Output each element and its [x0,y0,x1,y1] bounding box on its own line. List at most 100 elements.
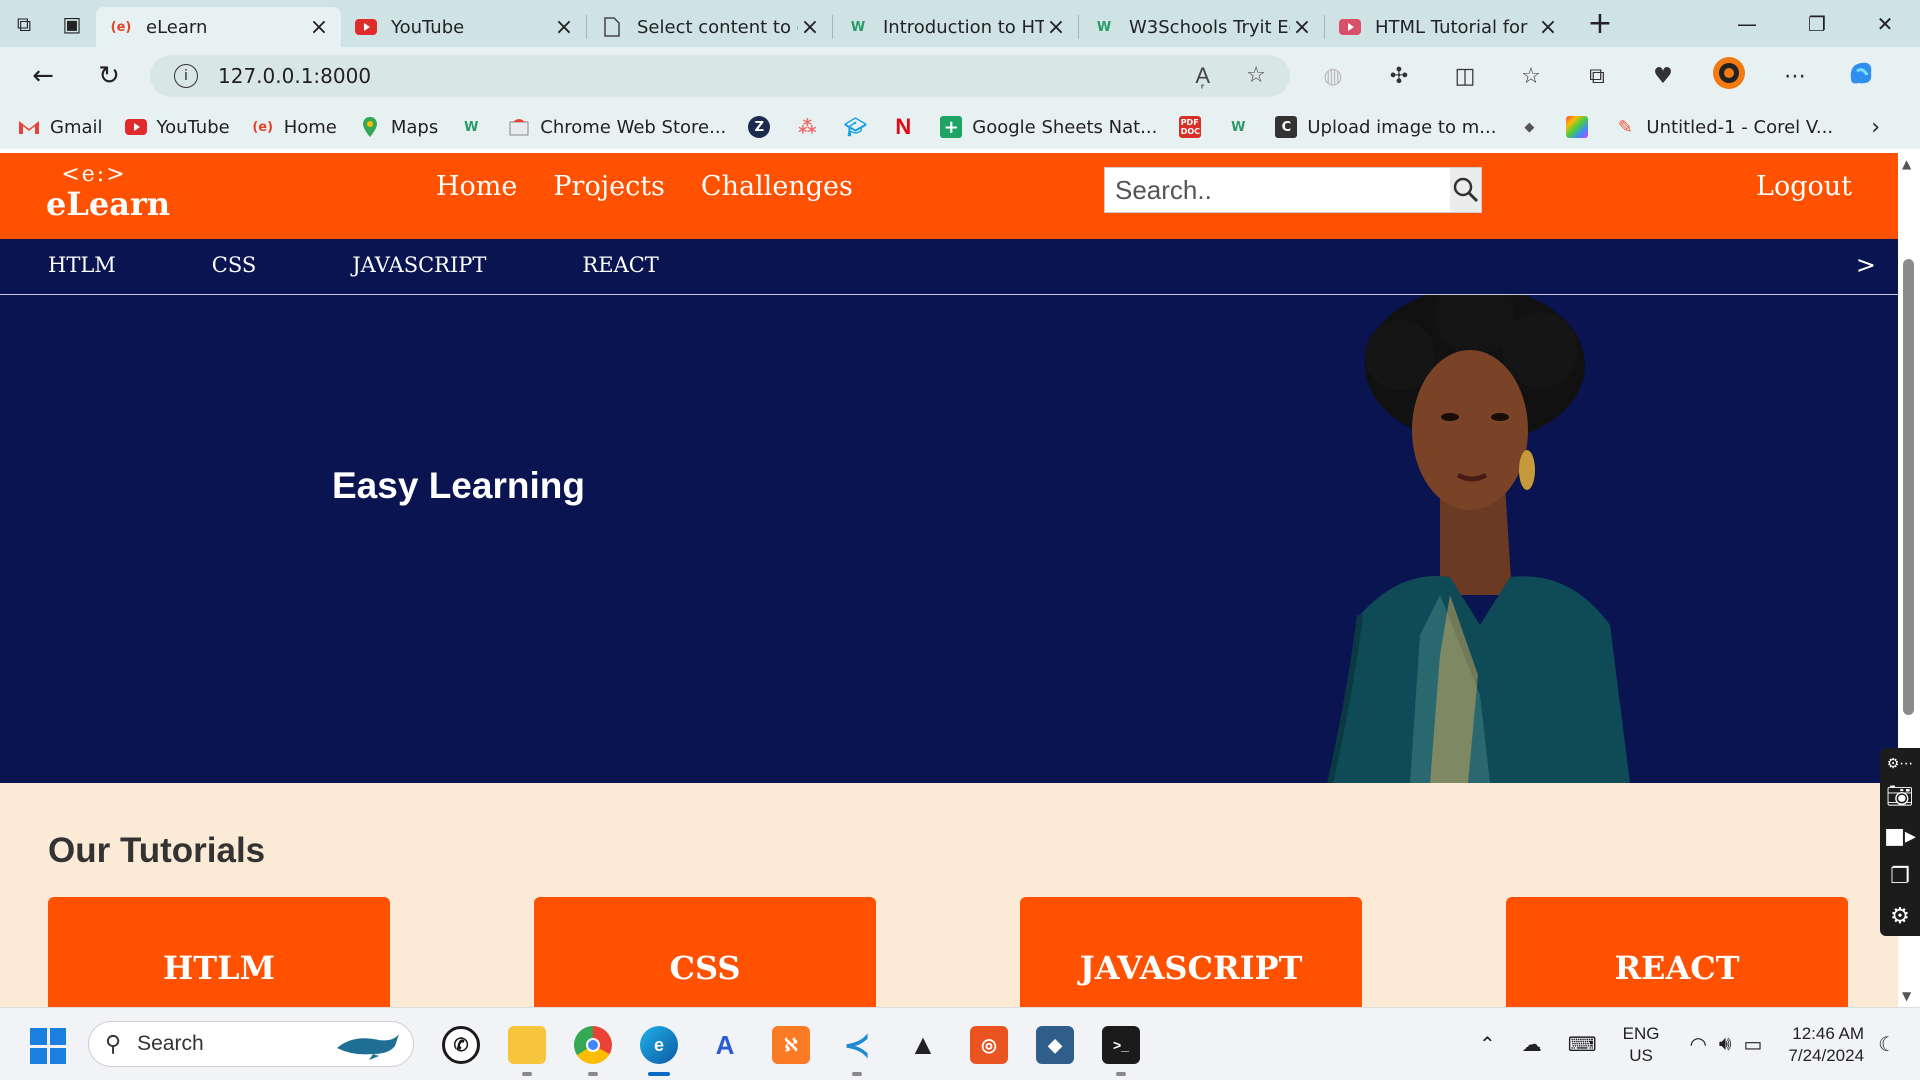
favorites-icon[interactable]: ☆ [1498,64,1564,89]
bookmark-w3schools-2[interactable]: W [1227,116,1249,138]
tab-introduction[interactable]: W Introduction to HT × [833,7,1078,47]
tab-w3schools-tryit[interactable]: W W3Schools Tryit Ed × [1079,7,1324,47]
bookmark-w3schools[interactable]: W [460,116,482,138]
profile-avatar[interactable] [1696,56,1762,96]
onedrive-cloud-icon[interactable]: ☁ [1522,1032,1542,1057]
workspaces-icon[interactable]: ⧉ [0,0,48,47]
bookmark-chrome-web-store[interactable]: Chrome Web Store... [508,116,726,138]
address-bar[interactable]: i 127.0.0.1:8000 A᷊ ☆ [150,55,1290,97]
hero-portrait-image [1327,295,1630,783]
battery-icon[interactable]: ▭ [1744,1032,1763,1057]
settings-gear-icon[interactable]: ⚙ [1890,896,1910,936]
copilot-icon[interactable] [1828,57,1894,95]
bookmark-gmail[interactable]: Gmail [18,116,103,138]
taskbar-whatsapp[interactable]: ✆ [428,1020,494,1070]
tutorial-card-css[interactable]: CSS [534,897,876,1007]
restore-icon[interactable]: ❐ [1782,0,1852,47]
tab-select-content[interactable]: Select content to c × [587,7,832,47]
bookmark-corel[interactable]: ✎ Untitled-1 - Corel V... [1614,116,1833,138]
language-indicator[interactable]: ENG US [1623,1023,1660,1067]
subnav-htlm[interactable]: HTLM [48,253,116,277]
bookmark-education[interactable]: 🎓︎ [844,116,867,138]
subnav-css[interactable]: CSS [212,253,256,277]
taskbar-vscode[interactable]: ≺ [824,1020,890,1076]
globe-extension-icon[interactable]: ◍ [1300,64,1366,89]
bookmark-zigzag[interactable]: Z [748,116,771,138]
scrollbar-thumb[interactable] [1903,259,1914,715]
bookmark-netflix[interactable]: N [892,114,914,139]
close-tab-icon[interactable]: × [307,15,331,40]
tutorial-card-javascript[interactable]: JAVASCRIPT [1020,897,1362,1007]
close-tab-icon[interactable]: × [798,15,822,40]
scroll-down-icon[interactable]: ▼ [1902,989,1911,1003]
wifi-icon[interactable]: ◠ [1689,1032,1706,1057]
bookmark-asana[interactable]: ⁂ [796,116,818,138]
clock[interactable]: 12:46 AM 7/24/2024 [1788,1023,1864,1067]
close-window-icon[interactable]: ✕ [1850,0,1920,47]
tutorial-card-htlm[interactable]: HTLM [48,897,390,1007]
nav-projects-link[interactable]: Projects [553,171,665,202]
close-tab-icon[interactable]: × [1536,15,1560,40]
bookmark-google-sheets[interactable]: + Google Sheets Nat... [940,116,1157,138]
taskbar-terminal[interactable]: >_ [1088,1020,1154,1076]
elearn-logo[interactable]: <e:> eLearn [46,163,170,227]
reload-icon[interactable]: ↻ [76,47,142,105]
video-camera-icon[interactable]: ■▸ [1884,816,1916,856]
subnav-next-arrow[interactable]: > [1856,251,1876,279]
search-button[interactable] [1450,168,1481,212]
taskbar-app-a[interactable]: A [692,1020,758,1070]
bookmark-diamond[interactable]: ◆ [1518,116,1540,138]
volume-icon[interactable]: 🔊︎ [1719,1033,1732,1056]
read-aloud-icon[interactable]: A᷊ [1195,63,1210,89]
collections-icon[interactable]: ⧉ [1564,64,1630,89]
camera-icon[interactable]: 📷︎ [1886,776,1914,816]
favorite-star-icon[interactable]: ☆ [1246,63,1266,88]
close-tab-icon[interactable]: × [552,15,576,40]
url-text[interactable]: 127.0.0.1:8000 [218,64,371,88]
chevron-right-icon[interactable]: › [1871,115,1880,140]
taskbar-xampp[interactable]: ℵ [758,1020,824,1070]
taskbar-edge[interactable]: e [626,1020,692,1076]
scroll-up-icon[interactable]: ▲ [1902,157,1911,171]
split-screen-icon[interactable]: ◫ [1432,64,1498,89]
taskbar-file-explorer[interactable] [494,1020,560,1076]
new-tab-button[interactable]: + [1578,6,1622,41]
bookmark-maps[interactable]: Maps [359,116,438,138]
search-input[interactable] [1105,168,1450,212]
bookmark-pdf[interactable]: PDF DOC [1179,116,1202,138]
browser-essentials-icon[interactable]: ♥ [1630,64,1696,89]
back-icon[interactable]: ← [10,47,76,105]
taskbar-chrome[interactable] [560,1020,626,1076]
start-windows-icon[interactable] [30,1028,66,1064]
tab-html-tutorial[interactable]: HTML Tutorial for × [1325,7,1570,47]
taskbar-search[interactable]: ⚲ Search [88,1021,414,1067]
bookmark-upload-image[interactable]: C Upload image to m... [1275,116,1496,138]
site-info-icon[interactable]: i [174,64,198,88]
keyboard-icon[interactable]: ⌨ [1568,1032,1597,1057]
taskbar-ubuntu[interactable]: ◎ [956,1020,1022,1070]
bookmark-home[interactable]: (e) Home [252,116,337,138]
moon-icon[interactable]: ☾ [1878,1032,1896,1057]
tutorial-card-react[interactable]: REACT [1506,897,1848,1007]
subnav-react[interactable]: REACT [582,253,658,277]
tab-youtube[interactable]: YouTube × [341,7,586,47]
bookmark-color-palette[interactable] [1566,116,1589,138]
close-tab-icon[interactable]: × [1290,15,1314,40]
nav-home-link[interactable]: Home [436,171,517,202]
tab-actions-icon[interactable]: ▣ [48,0,96,47]
minimize-icon[interactable]: — [1712,0,1782,47]
taskbar-inkscape[interactable]: ▲ [890,1020,956,1070]
tab-elearn[interactable]: (e) eLearn × [96,7,341,47]
nav-challenges-link[interactable]: Challenges [701,171,853,202]
window-capture-icon[interactable]: ❐ [1890,856,1910,896]
subnav-javascript[interactable]: JAVASCRIPT [352,253,486,277]
close-tab-icon[interactable]: × [1044,15,1068,40]
whatsapp-icon: ✆ [442,1026,480,1064]
more-options-icon[interactable]: ⋯ [1762,64,1828,89]
chevron-up-icon[interactable]: ⌃ [1479,1032,1496,1057]
logout-link[interactable]: Logout [1756,171,1852,202]
capture-menu-icon[interactable]: ⚙⋯ [1887,752,1914,776]
extensions-icon[interactable]: ✣ [1366,64,1432,89]
bookmark-youtube[interactable]: YouTube [124,116,230,138]
taskbar-mysql-workbench[interactable]: ◆ [1022,1020,1088,1070]
